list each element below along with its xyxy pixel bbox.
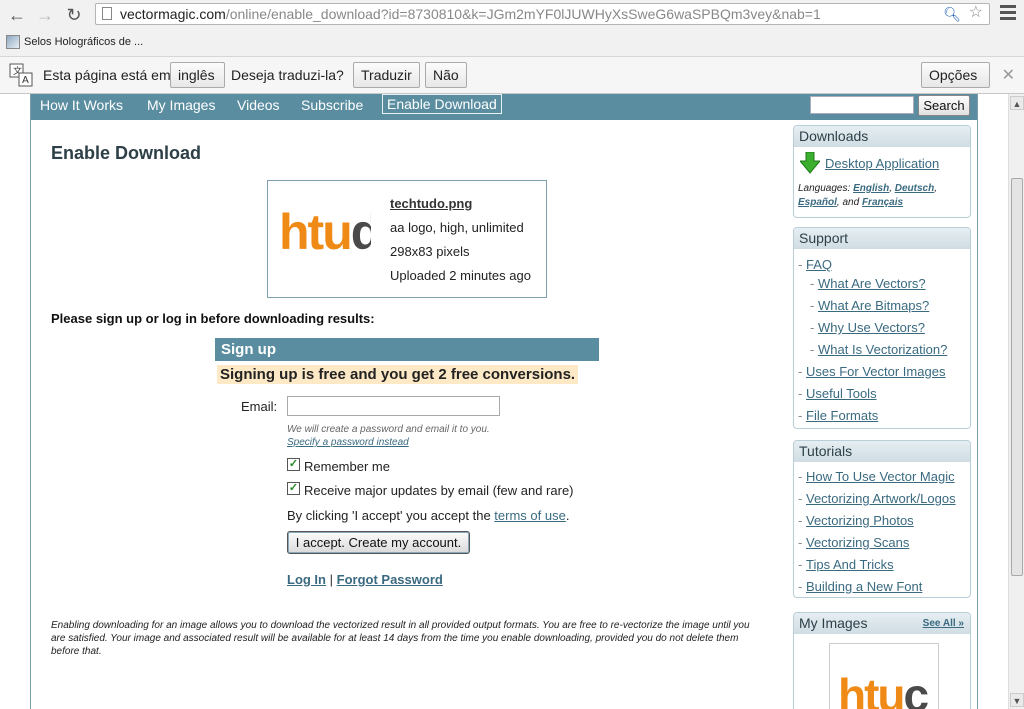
- updates-label: Receive major updates by email (few and …: [304, 483, 574, 498]
- signup-header: Sign up: [215, 338, 599, 361]
- remember-me-label: Remember me: [304, 459, 390, 474]
- page-viewport: How It Works My Images Videos Subscribe …: [0, 94, 1008, 709]
- bookmarks-bar: Selos Holográficos de ...: [0, 30, 1024, 57]
- image-settings: aa logo, high, unlimited: [390, 220, 524, 235]
- remember-me-checkbox[interactable]: ✓: [287, 458, 300, 471]
- tutorial-link[interactable]: How To Use Vector Magic: [806, 469, 955, 484]
- address-bar[interactable]: vectormagic.com/online/enable_download?i…: [95, 3, 990, 25]
- page-scrollbar[interactable]: ▲ ▼: [1008, 94, 1024, 709]
- forward-arrow-icon[interactable]: →: [34, 4, 56, 26]
- translate-icon: 文A: [9, 63, 33, 87]
- support-box: Support - FAQ - What Are Vectors? - What…: [793, 227, 971, 429]
- download-arrow-icon: [800, 152, 820, 174]
- svg-text:A: A: [22, 75, 29, 86]
- see-all-link[interactable]: See All »: [923, 613, 964, 634]
- terms-link[interactable]: terms of use: [494, 508, 566, 523]
- bookmark-favicon-icon: [6, 35, 20, 50]
- email-field[interactable]: [287, 396, 500, 416]
- image-card: htud techtudo.png aa logo, high, unlimit…: [267, 180, 547, 298]
- downloads-box: Downloads Desktop Application Languages:…: [793, 125, 971, 218]
- reload-icon[interactable]: ↻: [63, 4, 85, 26]
- tutorial-link[interactable]: Vectorizing Artwork/Logos: [806, 491, 956, 506]
- site-frame: How It Works My Images Videos Subscribe …: [30, 94, 978, 709]
- page-icon: [102, 7, 112, 20]
- faq-link[interactable]: FAQ: [806, 257, 832, 272]
- tutorials-header: Tutorials: [794, 441, 970, 462]
- languages-list: Languages: English, Deutsch, Español, and…: [798, 183, 937, 208]
- lang-english-link[interactable]: English: [853, 183, 889, 194]
- login-links: Log In | Forgot Password: [287, 572, 443, 587]
- site-search-input[interactable]: [810, 96, 914, 114]
- chrome-menu-icon[interactable]: [1000, 5, 1016, 23]
- image-uploaded: Uploaded 2 minutes ago: [390, 268, 531, 283]
- page-title: Enable Download: [51, 143, 202, 163]
- image-filename[interactable]: techtudo.png: [390, 196, 472, 211]
- desktop-application-link[interactable]: Desktop Application: [825, 156, 939, 171]
- bookmark-item[interactable]: Selos Holográficos de ...: [6, 34, 143, 50]
- what-is-vectorization-link[interactable]: What Is Vectorization?: [818, 342, 947, 357]
- useful-tools-link[interactable]: Useful Tools: [806, 386, 877, 401]
- specify-password-link[interactable]: Specify a password instead: [287, 437, 409, 448]
- translate-options-button[interactable]: Opções ▾: [921, 62, 990, 107]
- url-text: vectormagic.com/online/enable_download?i…: [120, 6, 821, 22]
- download-note: Enabling downloading for an image allows…: [51, 620, 750, 657]
- translate-question: Deseja traduzi-la?: [231, 67, 344, 83]
- scroll-down-icon[interactable]: ▼: [1010, 693, 1024, 707]
- close-icon[interactable]: ✕: [1002, 65, 1015, 85]
- site-nav: How It Works My Images Videos Subscribe …: [31, 94, 977, 120]
- support-header: Support: [794, 228, 970, 249]
- accept-button[interactable]: I accept. Create my account.: [287, 531, 470, 554]
- signup-instructions: Please sign up or log in before download…: [51, 311, 375, 326]
- why-use-vectors-link[interactable]: Why Use Vectors?: [818, 320, 925, 335]
- image-size: 298x83 pixels: [390, 244, 470, 259]
- nav-videos[interactable]: Videos: [237, 95, 280, 115]
- forgot-password-link[interactable]: Forgot Password: [337, 572, 443, 587]
- tutorial-link[interactable]: Tips And Tricks: [806, 557, 894, 572]
- terms-text: By clicking 'I accept' you accept the te…: [287, 508, 570, 523]
- email-hint: We will create a password and email it t…: [287, 424, 490, 435]
- nav-my-images[interactable]: My Images: [147, 95, 215, 115]
- back-arrow-icon[interactable]: ←: [6, 4, 28, 26]
- tutorials-box: Tutorials - How To Use Vector Magic - Ve…: [793, 440, 971, 598]
- email-label: Email:: [241, 399, 278, 414]
- translate-prompt: Esta página está em: [43, 67, 171, 83]
- nav-how-it-works[interactable]: How It Works: [40, 95, 123, 115]
- file-formats-link[interactable]: File Formats: [806, 408, 878, 423]
- tutorial-link[interactable]: Vectorizing Photos: [806, 513, 914, 528]
- uses-for-vector-images-link[interactable]: Uses For Vector Images: [806, 364, 945, 379]
- what-are-vectors-link[interactable]: What Are Vectors?: [818, 276, 926, 291]
- signup-promo: Signing up is free and you get 2 free co…: [217, 365, 579, 384]
- translate-infobar: 文A Esta página está em inglês ▾ Deseja t…: [0, 57, 1024, 107]
- translate-button[interactable]: Traduzir: [353, 62, 420, 88]
- image-thumbnail: htud: [279, 207, 371, 257]
- scroll-up-icon[interactable]: ▲: [1010, 96, 1024, 110]
- my-images-box: My Images See All » htuc: [793, 612, 971, 709]
- browser-toolbar: ← → ↻ vectormagic.com/online/enable_down…: [0, 0, 1024, 30]
- bookmark-star-icon[interactable]: ☆: [969, 4, 983, 23]
- tutorial-link[interactable]: Vectorizing Scans: [806, 535, 909, 550]
- tutorial-link[interactable]: Building a New Font: [806, 579, 922, 594]
- no-translate-button[interactable]: Não: [425, 62, 467, 88]
- nav-enable-download[interactable]: Enable Download: [382, 94, 502, 114]
- zoom-icon[interactable]: 🔍︎: [943, 4, 961, 24]
- my-image-thumbnail[interactable]: htuc: [829, 643, 939, 709]
- downloads-header: Downloads: [794, 126, 970, 147]
- login-link[interactable]: Log In: [287, 572, 326, 587]
- language-select[interactable]: inglês ▾: [170, 62, 225, 107]
- nav-subscribe[interactable]: Subscribe: [301, 95, 363, 115]
- scrollbar-thumb[interactable]: [1011, 178, 1023, 576]
- my-images-header: My Images See All »: [794, 613, 970, 634]
- lang-francais-link[interactable]: Français: [862, 197, 903, 208]
- lang-espanol-link[interactable]: Español: [798, 197, 837, 208]
- lang-deutsch-link[interactable]: Deutsch: [895, 183, 934, 194]
- site-search-button[interactable]: Search: [918, 95, 970, 116]
- updates-checkbox[interactable]: ✓: [287, 482, 300, 495]
- what-are-bitmaps-link[interactable]: What Are Bitmaps?: [818, 298, 929, 313]
